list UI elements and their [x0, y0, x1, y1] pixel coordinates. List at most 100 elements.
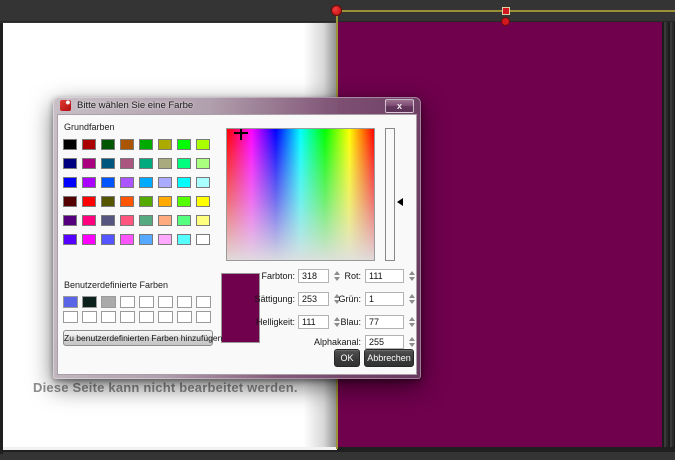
- color-swatch[interactable]: [177, 177, 191, 188]
- selection-handle-topleft[interactable]: [331, 5, 342, 16]
- color-swatch[interactable]: [158, 215, 172, 226]
- spin-up-icon[interactable]: [409, 271, 415, 275]
- color-swatch[interactable]: [196, 158, 210, 169]
- color-swatch[interactable]: [82, 196, 96, 207]
- color-swatch[interactable]: [177, 296, 192, 308]
- spin-up-icon[interactable]: [409, 294, 415, 298]
- custom-colors-label: Benutzerdefinierte Farben: [64, 280, 168, 290]
- color-swatch[interactable]: [120, 234, 134, 245]
- basic-colors-grid: [63, 139, 210, 245]
- color-swatch[interactable]: [177, 196, 191, 207]
- color-swatch[interactable]: [101, 139, 115, 150]
- color-swatch[interactable]: [82, 234, 96, 245]
- color-swatch[interactable]: [196, 296, 211, 308]
- green-field[interactable]: 1: [365, 292, 404, 306]
- color-swatch[interactable]: [120, 215, 134, 226]
- dialog-titlebar[interactable]: Bitte wählen Sie eine Farbe x: [53, 97, 421, 114]
- color-swatch[interactable]: [120, 196, 134, 207]
- color-swatch[interactable]: [101, 234, 115, 245]
- color-swatch[interactable]: [82, 215, 96, 226]
- color-swatch[interactable]: [196, 215, 210, 226]
- color-swatch[interactable]: [158, 158, 172, 169]
- color-swatch[interactable]: [63, 139, 77, 150]
- color-swatch[interactable]: [196, 311, 211, 323]
- spin-up-icon[interactable]: [409, 317, 415, 321]
- color-swatch[interactable]: [120, 177, 134, 188]
- color-swatch[interactable]: [177, 139, 191, 150]
- color-swatch[interactable]: [101, 158, 115, 169]
- blue-field[interactable]: 77: [365, 315, 404, 329]
- color-swatch[interactable]: [120, 311, 135, 323]
- green-spinner[interactable]: [407, 292, 417, 306]
- selection-handle-circle[interactable]: [501, 17, 510, 26]
- color-swatch[interactable]: [101, 215, 115, 226]
- selection-handle-square[interactable]: [502, 7, 510, 15]
- cancel-button[interactable]: Abbrechen: [364, 349, 414, 367]
- color-swatch[interactable]: [158, 196, 172, 207]
- alpha-field[interactable]: 255: [365, 335, 404, 349]
- red-field[interactable]: 111: [365, 269, 404, 283]
- color-swatch[interactable]: [139, 234, 153, 245]
- spin-down-icon[interactable]: [409, 277, 415, 281]
- hue-saturation-picker[interactable]: [226, 128, 375, 261]
- color-swatch[interactable]: [139, 196, 153, 207]
- color-swatch[interactable]: [139, 177, 153, 188]
- color-swatch[interactable]: [139, 311, 154, 323]
- red-label: Rot:: [276, 269, 361, 283]
- color-swatch[interactable]: [158, 139, 172, 150]
- color-swatch[interactable]: [139, 296, 154, 308]
- color-swatch[interactable]: [101, 296, 116, 308]
- color-swatch[interactable]: [82, 177, 96, 188]
- color-swatch[interactable]: [196, 139, 210, 150]
- value-slider[interactable]: [385, 128, 395, 261]
- color-swatch[interactable]: [82, 139, 96, 150]
- picker-crosshair: [240, 128, 242, 140]
- color-swatch[interactable]: [63, 177, 77, 188]
- blue-spinner[interactable]: [407, 315, 417, 329]
- color-swatch[interactable]: [177, 158, 191, 169]
- color-swatch[interactable]: [158, 177, 172, 188]
- alpha-label: Alphakanal:: [276, 335, 361, 349]
- spin-down-icon[interactable]: [409, 343, 415, 347]
- color-swatch[interactable]: [158, 234, 172, 245]
- value-slider-arrow-icon[interactable]: [397, 198, 403, 206]
- color-swatch[interactable]: [196, 234, 210, 245]
- color-swatch[interactable]: [177, 311, 192, 323]
- color-swatch[interactable]: [101, 311, 116, 323]
- color-swatch[interactable]: [139, 139, 153, 150]
- color-swatch[interactable]: [63, 311, 78, 323]
- dialog-body: Grundfarben Farbton: 318 Sättigung: 253 …: [57, 114, 417, 375]
- color-swatch[interactable]: [63, 234, 77, 245]
- color-swatch[interactable]: [120, 296, 135, 308]
- color-swatch[interactable]: [101, 177, 115, 188]
- color-swatch[interactable]: [158, 296, 173, 308]
- color-swatch[interactable]: [63, 215, 77, 226]
- red-spinner[interactable]: [407, 269, 417, 283]
- custom-colors-grid: [63, 296, 211, 323]
- add-custom-color-button[interactable]: Zu benutzerdefinierten Farben hinzufügen: [63, 330, 213, 346]
- color-swatch[interactable]: [63, 196, 77, 207]
- color-swatch[interactable]: [101, 196, 115, 207]
- color-dialog: Bitte wählen Sie eine Farbe x Grundfarbe…: [53, 97, 421, 379]
- color-swatch[interactable]: [82, 158, 96, 169]
- spin-down-icon[interactable]: [409, 300, 415, 304]
- color-swatch[interactable]: [82, 311, 97, 323]
- ok-button[interactable]: OK: [334, 349, 360, 367]
- color-swatch[interactable]: [139, 158, 153, 169]
- color-swatch[interactable]: [63, 158, 77, 169]
- color-swatch[interactable]: [177, 234, 191, 245]
- color-swatch[interactable]: [196, 177, 210, 188]
- spin-down-icon[interactable]: [409, 323, 415, 327]
- spin-up-icon[interactable]: [409, 337, 415, 341]
- alpha-spinner[interactable]: [407, 335, 417, 349]
- color-swatch[interactable]: [196, 196, 210, 207]
- close-button[interactable]: x: [385, 99, 414, 113]
- color-swatch[interactable]: [120, 158, 134, 169]
- color-swatch[interactable]: [177, 215, 191, 226]
- color-swatch[interactable]: [139, 215, 153, 226]
- color-swatch[interactable]: [63, 296, 78, 308]
- color-swatch[interactable]: [158, 311, 173, 323]
- color-swatch[interactable]: [120, 139, 134, 150]
- blue-label: Blau:: [276, 315, 361, 329]
- color-swatch[interactable]: [82, 296, 97, 308]
